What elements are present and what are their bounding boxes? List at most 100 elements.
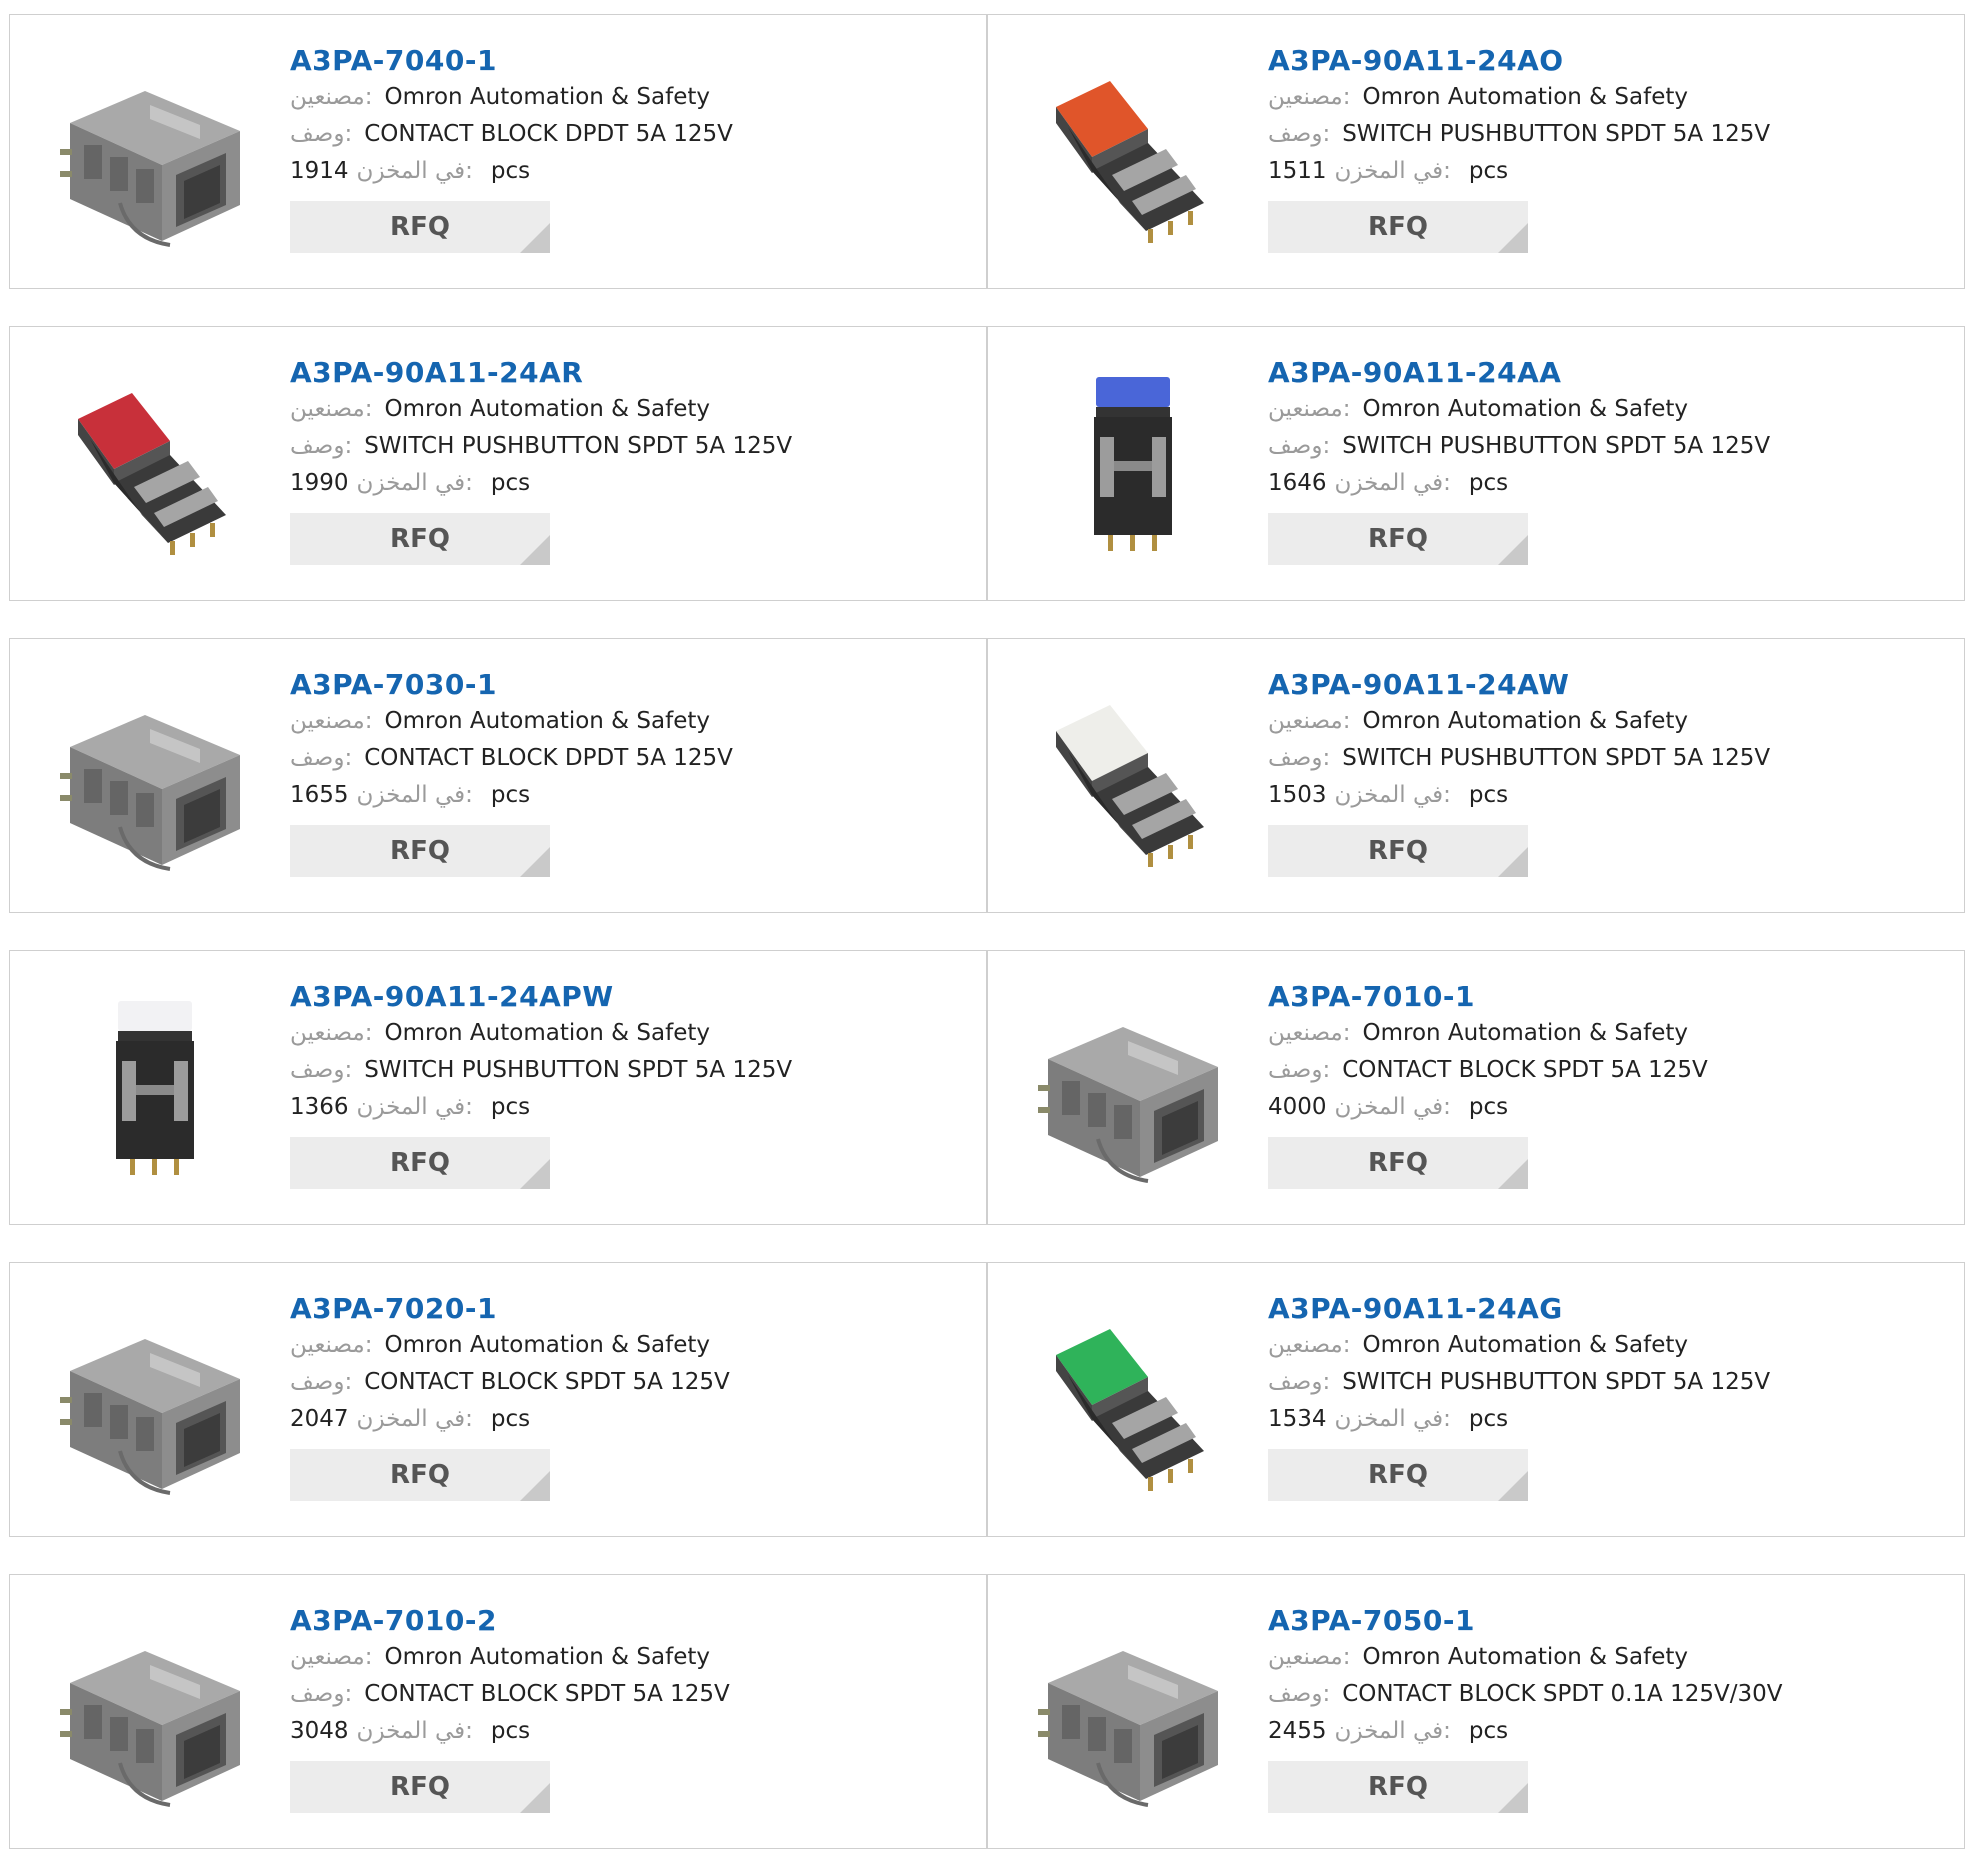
product-part-number-link[interactable]: A3PA-7010-2 (290, 1603, 950, 1639)
rfq-button-label: RFQ (390, 1772, 450, 1802)
product-image[interactable] (1028, 53, 1238, 253)
stock-unit: pcs (1468, 782, 1509, 808)
stock-label: في المخزن: (1334, 470, 1451, 496)
rfq-button-label: RFQ (390, 212, 450, 242)
stock-label: في المخزن: (1334, 1718, 1451, 1744)
rfq-corner-decoration (1498, 535, 1528, 565)
description-label: وصف: (1268, 1681, 1331, 1707)
stock-unit: pcs (1468, 158, 1509, 184)
rfq-button[interactable]: RFQ (290, 1449, 550, 1501)
description-row: وصف: SWITCH PUSHBUTTON SPDT 5A 125V (290, 428, 950, 465)
stock-row: 1646 في المخزن: pcs (1268, 465, 1928, 502)
description-value: CONTACT BLOCK SPDT 5A 125V (364, 1681, 730, 1707)
stock-quantity: 1511 (1268, 158, 1327, 184)
product-part-number-link[interactable]: A3PA-90A11-24APW (290, 979, 950, 1015)
rfq-button[interactable]: RFQ (1268, 825, 1528, 877)
pushbutton-image-icon (1056, 81, 1204, 243)
manufacturer-label: مصنعين: (1268, 1644, 1351, 1670)
description-value: CONTACT BLOCK DPDT 5A 125V (364, 121, 733, 147)
product-image[interactable] (50, 989, 260, 1189)
product-card: A3PA-90A11-24AO مصنعين: Omron Automation … (987, 14, 1965, 289)
manufacturer-label: مصنعين: (1268, 1020, 1351, 1046)
stock-quantity: 1646 (1268, 470, 1327, 496)
rfq-corner-decoration (520, 1159, 550, 1189)
rfq-button-label: RFQ (390, 524, 450, 554)
stock-row: 3048 في المخزن: pcs (290, 1713, 950, 1750)
stock-row: 2047 في المخزن: pcs (290, 1401, 950, 1438)
description-row: وصف: SWITCH PUSHBUTTON SPDT 5A 125V (1268, 740, 1928, 777)
product-part-number-link[interactable]: A3PA-7020-1 (290, 1291, 950, 1327)
rfq-corner-decoration (1498, 1159, 1528, 1189)
product-image[interactable] (1028, 1301, 1238, 1501)
product-part-number-link[interactable]: A3PA-90A11-24AO (1268, 43, 1928, 79)
contact-block-image-icon (60, 1651, 240, 1807)
product-image[interactable] (50, 1613, 260, 1813)
description-label: وصف: (290, 433, 353, 459)
manufacturer-label: مصنعين: (1268, 396, 1351, 422)
stock-quantity: 1366 (290, 1094, 349, 1120)
rfq-button[interactable]: RFQ (1268, 1137, 1528, 1189)
description-row: وصف: SWITCH PUSHBUTTON SPDT 5A 125V (1268, 428, 1928, 465)
rfq-button[interactable]: RFQ (290, 513, 550, 565)
manufacturer-value: Omron Automation & Safety (384, 1020, 711, 1046)
stock-label: في المخزن: (1334, 1094, 1451, 1120)
pushbutton-image-icon (78, 393, 226, 555)
manufacturer-value: Omron Automation & Safety (384, 84, 711, 110)
manufacturer-row: مصنعين: Omron Automation & Safety (290, 391, 950, 428)
description-row: وصف: SWITCH PUSHBUTTON SPDT 5A 125V (1268, 116, 1928, 153)
rfq-button-label: RFQ (1368, 836, 1428, 866)
description-value: SWITCH PUSHBUTTON SPDT 5A 125V (1342, 121, 1771, 147)
manufacturer-row: مصنعين: Omron Automation & Safety (1268, 391, 1928, 428)
product-image[interactable] (50, 365, 260, 565)
description-label: وصف: (290, 1057, 353, 1083)
rfq-button[interactable]: RFQ (1268, 201, 1528, 253)
description-value: SWITCH PUSHBUTTON SPDT 5A 125V (364, 1057, 793, 1083)
product-card: A3PA-90A11-24AG مصنعين: Omron Automation … (987, 1262, 1965, 1537)
rfq-button[interactable]: RFQ (1268, 1761, 1528, 1813)
product-image[interactable] (50, 53, 260, 253)
product-image[interactable] (1028, 677, 1238, 877)
product-part-number-link[interactable]: A3PA-90A11-24AR (290, 355, 950, 391)
contact-block-image-icon (1038, 1651, 1218, 1807)
stock-row: 1503 في المخزن: pcs (1268, 777, 1928, 814)
product-info: A3PA-90A11-24AA مصنعين: Omron Automation … (1268, 355, 1928, 565)
stock-quantity: 1914 (290, 158, 349, 184)
manufacturer-value: Omron Automation & Safety (1362, 1020, 1689, 1046)
pushbutton-image-icon (1056, 705, 1204, 867)
description-label: وصف: (290, 745, 353, 771)
product-part-number-link[interactable]: A3PA-7010-1 (1268, 979, 1928, 1015)
product-part-number-link[interactable]: A3PA-7030-1 (290, 667, 950, 703)
rfq-button[interactable]: RFQ (290, 825, 550, 877)
product-info: A3PA-90A11-24APW مصنعين: Omron Automation… (290, 979, 950, 1189)
product-image[interactable] (50, 1301, 260, 1501)
stock-quantity: 1503 (1268, 782, 1327, 808)
stock-row: 1914 في المخزن: pcs (290, 153, 950, 190)
rfq-button[interactable]: RFQ (290, 1761, 550, 1813)
rfq-button[interactable]: RFQ (290, 1137, 550, 1189)
rfq-corner-decoration (520, 535, 550, 565)
product-image[interactable] (1028, 989, 1238, 1189)
product-card: A3PA-90A11-24AR مصنعين: Omron Automation … (9, 326, 987, 601)
description-label: وصف: (290, 1369, 353, 1395)
manufacturer-row: مصنعين: Omron Automation & Safety (1268, 79, 1928, 116)
product-card: A3PA-7030-1 مصنعين: Omron Automation & Sa… (9, 638, 987, 913)
rfq-corner-decoration (520, 1471, 550, 1501)
manufacturer-row: مصنعين: Omron Automation & Safety (290, 79, 950, 116)
manufacturer-value: Omron Automation & Safety (1362, 84, 1689, 110)
product-part-number-link[interactable]: A3PA-7040-1 (290, 43, 950, 79)
product-image[interactable] (1028, 365, 1238, 565)
product-image[interactable] (50, 677, 260, 877)
product-part-number-link[interactable]: A3PA-90A11-24AW (1268, 667, 1928, 703)
rfq-button[interactable]: RFQ (1268, 1449, 1528, 1501)
stock-label: في المخزن: (356, 1094, 473, 1120)
stock-unit: pcs (1468, 1718, 1509, 1744)
product-card: A3PA-7020-1 مصنعين: Omron Automation & Sa… (9, 1262, 987, 1537)
rfq-corner-decoration (520, 1783, 550, 1813)
manufacturer-row: مصنعين: Omron Automation & Safety (290, 703, 950, 740)
product-part-number-link[interactable]: A3PA-90A11-24AA (1268, 355, 1928, 391)
product-part-number-link[interactable]: A3PA-7050-1 (1268, 1603, 1928, 1639)
product-part-number-link[interactable]: A3PA-90A11-24AG (1268, 1291, 1928, 1327)
rfq-button[interactable]: RFQ (290, 201, 550, 253)
rfq-button[interactable]: RFQ (1268, 513, 1528, 565)
product-image[interactable] (1028, 1613, 1238, 1813)
